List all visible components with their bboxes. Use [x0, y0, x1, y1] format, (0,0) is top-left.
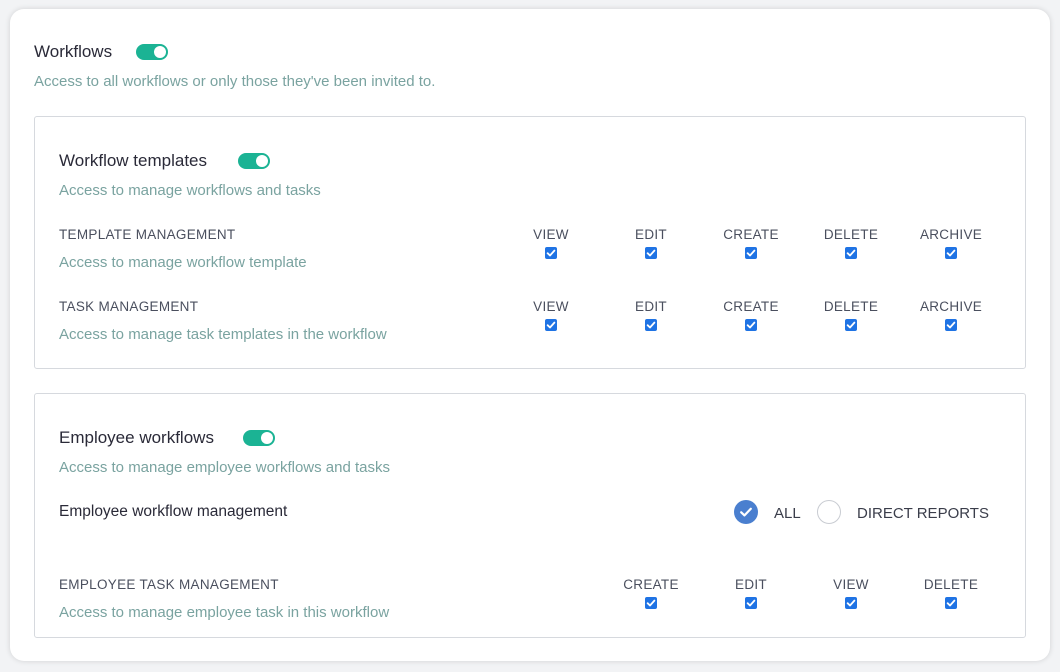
radio-all[interactable] [734, 500, 758, 524]
task-view-header: VIEW [533, 299, 569, 314]
template-edit-header: EDIT [635, 227, 667, 242]
toggle-knob [154, 46, 166, 58]
workflows-toggle[interactable] [136, 44, 168, 60]
task-edit-header: EDIT [635, 299, 667, 314]
task-archive-checkbox[interactable] [945, 319, 957, 331]
task-create-header: CREATE [723, 299, 779, 314]
employee-edit-checkbox[interactable] [745, 597, 757, 609]
employee-workflow-management-label: Employee workflow management [59, 503, 288, 520]
template-delete-header: DELETE [823, 227, 879, 242]
task-archive-header: ARCHIVE [919, 299, 983, 314]
employee-workflows-panel: Employee workflows Access to manage empl… [34, 393, 1026, 638]
workflows-title: Workflows [34, 42, 113, 61]
workflow-templates-description: Access to manage workflows and tasks [59, 182, 321, 199]
employee-create-header: CREATE [623, 577, 679, 592]
employee-view-header: VIEW [833, 577, 869, 592]
template-create-checkbox[interactable] [745, 247, 757, 259]
employee-delete-checkbox[interactable] [945, 597, 957, 609]
task-management-label: TASK MANAGEMENT [59, 299, 199, 314]
radio-direct-reports-label[interactable]: DIRECT REPORTS [857, 505, 989, 522]
task-delete-checkbox[interactable] [845, 319, 857, 331]
task-view-checkbox[interactable] [545, 319, 557, 331]
employee-delete-header: DELETE [923, 577, 979, 592]
employee-workflows-description: Access to manage employee workflows and … [59, 459, 390, 476]
template-management-description: Access to manage workflow template [59, 254, 307, 271]
employee-workflows-title: Employee workflows [59, 428, 214, 447]
workflow-templates-panel: Workflow templates Access to manage work… [34, 116, 1026, 369]
employee-workflows-toggle[interactable] [243, 430, 275, 446]
workflow-templates-toggle[interactable] [238, 153, 270, 169]
template-delete-checkbox[interactable] [845, 247, 857, 259]
employee-task-management-description: Access to manage employee task in this w… [59, 604, 390, 621]
employee-view-checkbox[interactable] [845, 597, 857, 609]
template-edit-checkbox[interactable] [645, 247, 657, 259]
template-view-checkbox[interactable] [545, 247, 557, 259]
template-archive-checkbox[interactable] [945, 247, 957, 259]
employee-create-checkbox[interactable] [645, 597, 657, 609]
employee-task-management-label: EMPLOYEE TASK MANAGEMENT [59, 577, 279, 592]
task-create-checkbox[interactable] [745, 319, 757, 331]
workflow-templates-title: Workflow templates [59, 151, 208, 170]
toggle-knob [256, 155, 268, 167]
template-view-header: VIEW [533, 227, 569, 242]
template-management-label: TEMPLATE MANAGEMENT [59, 227, 236, 242]
radio-direct-reports[interactable] [817, 500, 841, 524]
check-icon [740, 507, 752, 517]
workflows-description: Access to all workflows or only those th… [34, 73, 436, 90]
task-edit-checkbox[interactable] [645, 319, 657, 331]
toggle-knob [261, 432, 273, 444]
radio-all-label[interactable]: ALL [774, 505, 801, 522]
template-archive-header: ARCHIVE [919, 227, 983, 242]
workflow-permissions-card: Workflows Access to all workflows or onl… [10, 9, 1050, 661]
task-management-description: Access to manage task templates in the w… [59, 326, 387, 343]
task-delete-header: DELETE [823, 299, 879, 314]
employee-edit-header: EDIT [735, 577, 767, 592]
template-create-header: CREATE [723, 227, 779, 242]
